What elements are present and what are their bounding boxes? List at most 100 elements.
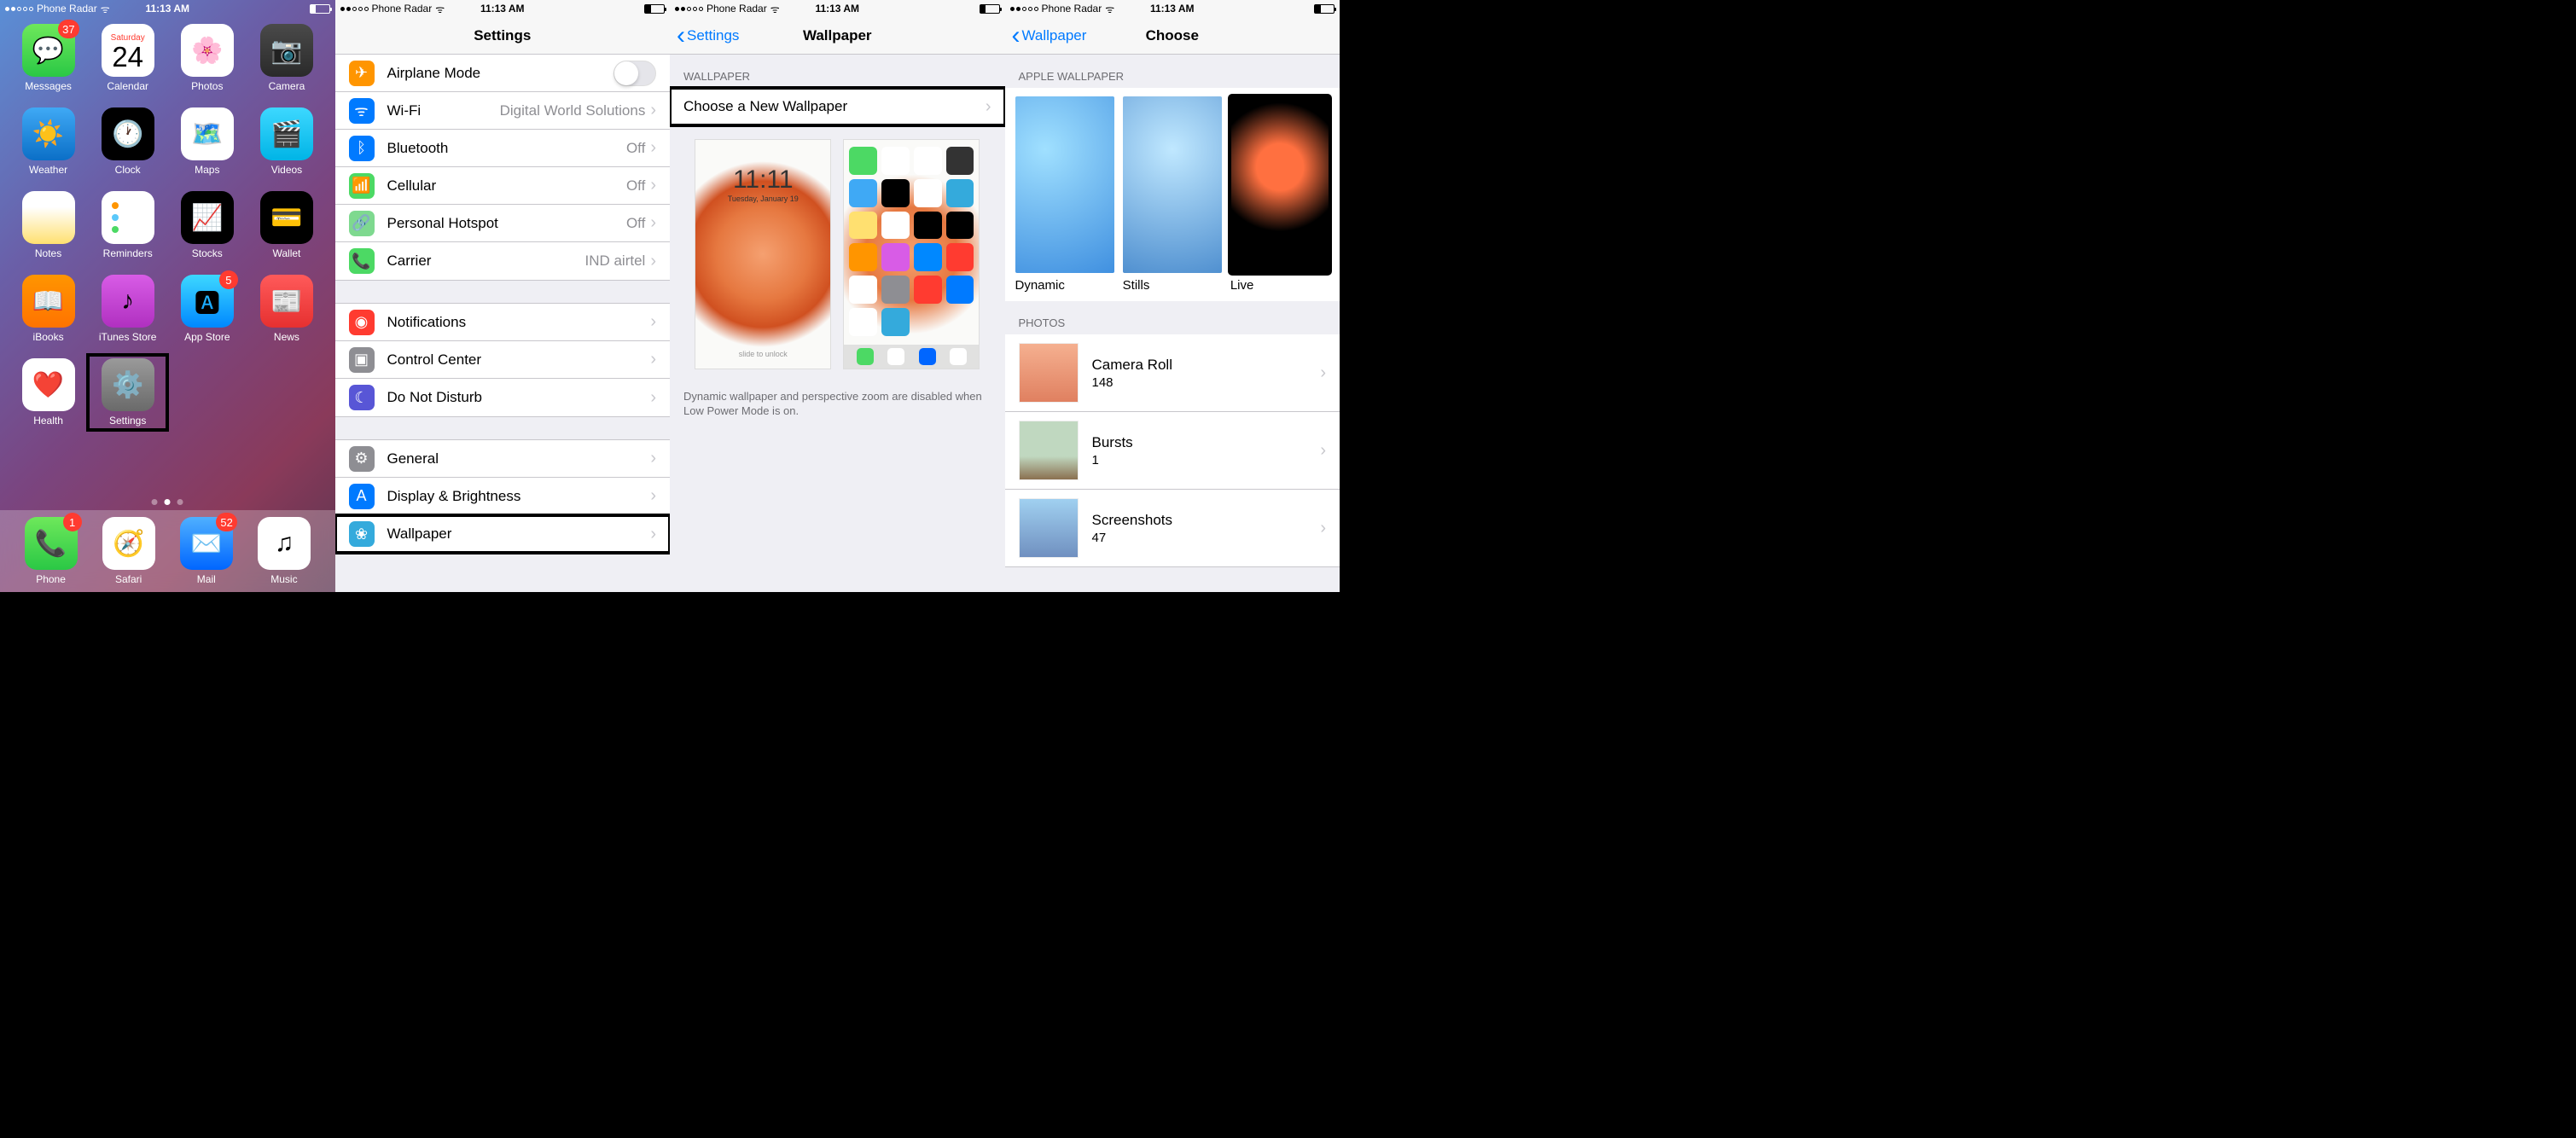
dock-app-phone[interactable]: 📞1Phone <box>25 517 78 585</box>
back-button[interactable]: Wallpaper <box>1012 27 1087 44</box>
home-screen-preview[interactable] <box>843 139 980 369</box>
settings-row-wi-fi[interactable]: ᯤWi-FiDigital World Solutions› <box>335 92 671 130</box>
settings-row-notifications[interactable]: ◉Notifications› <box>335 304 671 341</box>
chevron-icon: › <box>650 176 656 195</box>
lock-screen-preview[interactable]: 11:11 Tuesday, January 19 slide to unloc… <box>695 139 831 369</box>
settings-row-cellular[interactable]: 📶CellularOff› <box>335 167 671 205</box>
chevron-icon: › <box>650 312 656 332</box>
status-time: 11:13 AM <box>480 3 525 15</box>
app-news[interactable]: 📰News <box>250 275 323 343</box>
album-screenshots[interactable]: Screenshots47› <box>1005 490 1340 567</box>
row-icon: 📶 <box>349 173 375 199</box>
app-videos[interactable]: 🎬Videos <box>250 107 323 176</box>
app-stocks[interactable]: 📈Stocks <box>171 191 243 259</box>
carrier-label: Phone Radar <box>37 3 97 15</box>
row-icon: ✈ <box>349 61 375 86</box>
wallpaper-screen: Phone Radar ᯤ 11:13 AM Settings Wallpape… <box>670 0 1005 592</box>
section-header: PHOTOS <box>1005 301 1340 334</box>
app-reminders[interactable]: Reminders <box>91 191 164 259</box>
chevron-icon: › <box>650 525 656 544</box>
choose-wallpaper-row[interactable]: Choose a New Wallpaper › <box>670 88 1005 125</box>
nav-header: Wallpaper Choose <box>1005 17 1340 55</box>
dock: 📞1Phone 🧭Safari ✉️52Mail ♫Music <box>0 510 335 592</box>
row-icon: ◉ <box>349 310 375 335</box>
settings-row-general[interactable]: ⚙General› <box>335 440 671 478</box>
wifi-icon: ᯤ <box>435 2 445 16</box>
dock-app-mail[interactable]: ✉️52Mail <box>180 517 233 585</box>
settings-row-bluetooth[interactable]: ᛒBluetoothOff› <box>335 130 671 167</box>
app-grid: 💬37MessagesSaturday24Calendar🌸Photos📷Cam… <box>0 0 335 427</box>
app-clock[interactable]: 🕐Clock <box>91 107 164 176</box>
wifi-icon: ᯤ <box>101 2 110 16</box>
album-thumb <box>1019 421 1079 480</box>
row-icon: ᯤ <box>349 98 375 124</box>
status-time: 11:13 AM <box>1150 3 1195 15</box>
status-time: 11:13 AM <box>815 3 859 15</box>
nav-title: Wallpaper <box>803 27 872 44</box>
section-header: WALLPAPER <box>670 55 1005 88</box>
app-weather[interactable]: ☀️Weather <box>12 107 84 176</box>
chevron-icon: › <box>650 486 656 506</box>
dock-app-music[interactable]: ♫Music <box>258 517 311 585</box>
chevron-icon: › <box>650 101 656 120</box>
nav-title: Choose <box>1146 27 1199 44</box>
app-wallet[interactable]: 💳Wallet <box>250 191 323 259</box>
wallpaper-category-live[interactable]: Live <box>1230 96 1329 293</box>
status-bar: Phone Radar ᯤ 11:13 AM <box>1005 0 1340 17</box>
album-camera-roll[interactable]: Camera Roll148› <box>1005 334 1340 412</box>
app-photos[interactable]: 🌸Photos <box>171 24 243 92</box>
section-header: APPLE WALLPAPER <box>1005 55 1340 88</box>
choose-screen: Phone Radar ᯤ 11:13 AM Wallpaper Choose … <box>1005 0 1340 592</box>
app-health[interactable]: ❤️Health <box>12 358 84 427</box>
app-messages[interactable]: 💬37Messages <box>12 24 84 92</box>
row-icon: ☾ <box>349 385 375 410</box>
chevron-icon: › <box>1320 441 1326 461</box>
wifi-icon: ᯤ <box>1105 2 1114 16</box>
status-bar: Phone Radar ᯤ 11:13 AM <box>335 0 671 17</box>
album-thumb <box>1019 343 1079 403</box>
row-icon: A <box>349 484 375 509</box>
battery-icon <box>310 4 330 14</box>
chevron-icon: › <box>650 213 656 233</box>
app-app-store[interactable]: 🅰5App Store <box>171 275 243 343</box>
nav-header: Settings Wallpaper <box>670 17 1005 55</box>
nav-header: Settings <box>335 17 671 55</box>
row-icon: ▣ <box>349 347 375 373</box>
dock-app-safari[interactable]: 🧭Safari <box>102 517 155 585</box>
settings-row-wallpaper[interactable]: ❀Wallpaper› <box>335 515 671 553</box>
battery-icon <box>644 4 665 14</box>
chevron-icon: › <box>1320 519 1326 538</box>
row-icon: 🔗 <box>349 211 375 236</box>
settings-row-airplane-mode[interactable]: ✈Airplane Mode <box>335 55 671 92</box>
toggle[interactable] <box>613 61 656 86</box>
settings-row-do-not-disturb[interactable]: ☾Do Not Disturb› <box>335 379 671 416</box>
settings-row-display-brightness[interactable]: ADisplay & Brightness› <box>335 478 671 515</box>
chevron-icon: › <box>650 449 656 468</box>
chevron-icon: › <box>650 252 656 271</box>
chevron-icon: › <box>1320 363 1326 383</box>
settings-list: ✈Airplane ModeᯤWi-FiDigital World Soluti… <box>335 55 671 553</box>
app-ibooks[interactable]: 📖iBooks <box>12 275 84 343</box>
back-button[interactable]: Settings <box>677 27 739 44</box>
app-settings[interactable]: ⚙️Settings <box>86 353 169 432</box>
app-calendar[interactable]: Saturday24Calendar <box>91 24 164 92</box>
nav-title: Settings <box>474 27 531 44</box>
app-itunes-store[interactable]: ♪iTunes Store <box>91 275 164 343</box>
footer-text: Dynamic wallpaper and perspective zoom a… <box>670 383 1005 426</box>
app-maps[interactable]: 🗺️Maps <box>171 107 243 176</box>
album-bursts[interactable]: Bursts1› <box>1005 412 1340 490</box>
settings-row-carrier[interactable]: 📞CarrierIND airtel› <box>335 242 671 280</box>
page-indicator <box>152 499 183 505</box>
app-camera[interactable]: 📷Camera <box>250 24 323 92</box>
app-notes[interactable]: Notes <box>12 191 84 259</box>
settings-row-control-center[interactable]: ▣Control Center› <box>335 341 671 379</box>
settings-row-personal-hotspot[interactable]: 🔗Personal HotspotOff› <box>335 205 671 242</box>
wallpaper-category-dynamic[interactable]: Dynamic <box>1015 96 1114 293</box>
row-icon: ⚙ <box>349 446 375 472</box>
wallpaper-categories: DynamicStillsLive <box>1005 88 1340 301</box>
row-icon: ❀ <box>349 521 375 547</box>
wallpaper-category-stills[interactable]: Stills <box>1123 96 1222 293</box>
row-icon: 📞 <box>349 248 375 274</box>
status-bar: Phone Radar ᯤ 11:13 AM <box>670 0 1005 17</box>
wifi-icon: ᯤ <box>770 2 780 16</box>
